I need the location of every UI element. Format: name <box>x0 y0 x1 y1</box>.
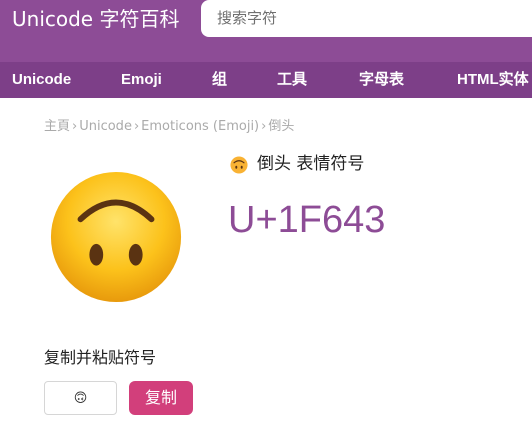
breadcrumb-unicode[interactable]: Unicode <box>79 119 132 134</box>
breadcrumb-current: 倒头 <box>268 119 295 134</box>
copy-heading: 复制并粘贴符号 <box>44 348 157 367</box>
nav-item-html-entities[interactable]: HTML实体 <box>457 71 529 89</box>
character-title: 倒头 表情符号 <box>257 154 365 174</box>
upside-down-face-small-icon <box>230 156 248 174</box>
breadcrumb: 主頁 › Unicode › Emoticons (Emoji) › 倒头 <box>44 119 294 135</box>
codepoint: U+1F643 <box>228 199 386 241</box>
top-header: Unicode 字符百科 <box>0 0 532 62</box>
search-input[interactable] <box>217 8 517 28</box>
site-logo[interactable]: Unicode 字符百科 <box>12 7 179 31</box>
breadcrumb-separator: › <box>133 119 140 134</box>
breadcrumb-separator: › <box>72 119 78 134</box>
nav-item-groups[interactable]: 组 <box>212 71 227 89</box>
copy-symbol-field[interactable] <box>44 381 117 415</box>
breadcrumb-emoticons[interactable]: Emoticons (Emoji) <box>141 119 259 134</box>
upside-down-face-icon <box>50 171 182 303</box>
nav-item-tools[interactable]: 工具 <box>277 71 307 89</box>
nav-item-unicode[interactable]: Unicode <box>12 71 71 89</box>
search-box[interactable] <box>201 0 532 37</box>
nav-item-emoji[interactable]: Emoji <box>121 71 162 89</box>
main-nav: Unicode Emoji 组 工具 字母表 HTML实体 <box>0 62 532 98</box>
breadcrumb-separator: › <box>261 119 267 134</box>
nav-item-alphabets[interactable]: 字母表 <box>359 71 404 89</box>
copy-button[interactable]: 复制 <box>129 381 193 415</box>
breadcrumb-home[interactable]: 主頁 <box>44 119 70 134</box>
